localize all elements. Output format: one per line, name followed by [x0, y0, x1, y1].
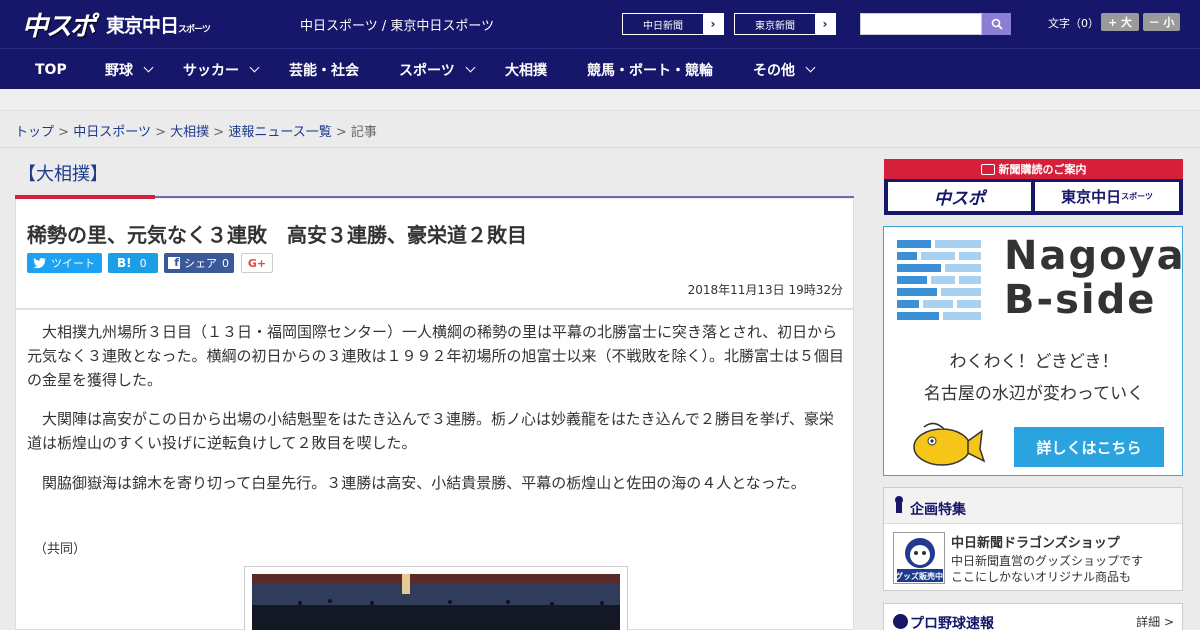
tokyo-shimbun-link[interactable]: 東京新聞 ›: [734, 13, 836, 35]
baseball-icon: [893, 614, 908, 629]
ad-title-bside: B-side: [1004, 277, 1157, 323]
main-nav: TOP 野球 サッカー 芸能・社会 スポーツ 大相撲 競馬・ボート・競輪 その他: [0, 48, 1200, 89]
baseball-score-title: プロ野球速報: [910, 616, 994, 630]
nav-item-baseball[interactable]: 野球: [105, 49, 154, 90]
subscribe-tokyo-chunichi-button[interactable]: 東京中日 スポーツ: [1035, 182, 1179, 211]
category-title: 【大相撲】: [18, 164, 108, 185]
baseball-score-details-link[interactable]: 詳細 >: [1136, 613, 1174, 630]
nav-item-top[interactable]: TOP: [35, 49, 67, 90]
font-size-label: 文字（0）: [1048, 17, 1099, 30]
google-plus-button[interactable]: G+: [241, 253, 273, 273]
hatena-icon: B!: [117, 256, 132, 270]
tweet-button[interactable]: ツイート: [27, 253, 102, 273]
breadcrumb-news-list[interactable]: 速報ニュース一覧: [228, 125, 331, 140]
facebook-icon: f: [168, 256, 180, 269]
category-rule: [155, 196, 854, 198]
feature-section-header: 企画特集: [884, 488, 1182, 524]
subscription-banner-title: 新聞購読のご案内: [884, 159, 1183, 179]
hatena-count: 0: [139, 256, 147, 270]
medal-icon: [894, 496, 904, 514]
article-date: 2018年11月13日 19時32分: [687, 283, 843, 297]
feature-section-title: 企画特集: [910, 502, 966, 518]
ad-details-button[interactable]: 詳しくはこちら: [1014, 427, 1164, 467]
font-bigger-button[interactable]: + 大: [1101, 13, 1139, 31]
article-header: 稀勢の里、元気なく３連敗 高安３連勝、豪栄道２敗目 ツイート B! 0 f シェ…: [15, 199, 854, 309]
search-icon: [991, 18, 1003, 30]
breadcrumb: トップ > 中日スポーツ > 大相撲 > 速報ニュース一覧 > 記事: [15, 125, 377, 140]
fried-shrimp-mascot-icon: [913, 422, 986, 466]
baseball-score-section: プロ野球速報 詳細 >: [883, 603, 1183, 630]
site-names: 中日スポーツ / 東京中日スポーツ: [300, 19, 495, 34]
site-logo[interactable]: 中スポ 東京中日スポーツ: [22, 9, 211, 42]
sumo-photo-image: [252, 574, 620, 630]
article-paragraph: 大相撲九州場所３日目（１３日・福岡国際センター）一人横綱の稀勢の里は平幕の北勝富…: [27, 323, 845, 389]
breadcrumb-chunichi-sports[interactable]: 中日スポーツ: [73, 125, 151, 140]
nav-item-entertainment[interactable]: 芸能・社会: [289, 49, 359, 90]
chevron-right-icon: ›: [703, 14, 723, 34]
nav-item-soccer[interactable]: サッカー: [183, 49, 260, 90]
nagoya-bside-ad[interactable]: Nagoya B-side わくわく！どきどき！ 名古屋の水辺が変わっていく 詳…: [883, 226, 1186, 476]
chevron-down-icon: [805, 62, 816, 73]
breadcrumb-sumo[interactable]: 大相撲: [170, 125, 209, 140]
breadcrumb-current: 記事: [350, 125, 377, 140]
ad-strip: [0, 89, 1200, 111]
subscribe-chuspo-button[interactable]: 中スポ: [888, 182, 1031, 211]
chevron-right-icon: ›: [815, 14, 835, 34]
nav-item-other[interactable]: その他: [753, 49, 816, 90]
header-bar: 中スポ 東京中日スポーツ 中日スポーツ / 東京中日スポーツ 中日新聞 › 東京…: [0, 0, 1200, 48]
ad-tagline: わくわく！どきどき！: [949, 352, 1119, 372]
logo-tokyo-chunichi: 東京中日スポーツ: [106, 14, 211, 37]
breadcrumb-top[interactable]: トップ: [15, 125, 54, 140]
facebook-share-button[interactable]: f シェア 0: [164, 253, 234, 273]
search-input[interactable]: [860, 13, 982, 35]
subscription-banner: 新聞購読のご案内 中スポ 東京中日 スポーツ: [884, 159, 1183, 215]
nav-item-racing[interactable]: 競馬・ボート・競輪: [587, 49, 713, 90]
article-headline: 稀勢の里、元気なく３連敗 高安３連勝、豪栄道２敗目: [27, 223, 527, 247]
goods-sale-label: グッズ販売中: [895, 572, 943, 581]
article-photo-frame: [244, 566, 628, 630]
feature-item-title[interactable]: 中日新聞ドラゴンズショップ: [951, 532, 1120, 551]
chunichi-shimbun-link[interactable]: 中日新聞 ›: [622, 13, 724, 35]
newspaper-icon: [980, 163, 995, 175]
article-body: 大相撲九州場所３日目（１３日・福岡国際センター）一人横綱の稀勢の里は平幕の北勝富…: [15, 309, 854, 630]
search-button[interactable]: [982, 13, 1011, 35]
logo-chuspo: 中スポ: [22, 11, 96, 42]
article-paragraph: 関脇御嶽海は錦木を寄り切って白星先行。３連勝は高安、小結貴景勝、平幕の栃煌山と佐…: [42, 474, 806, 492]
feature-section: 企画特集 グッズ販売中 中日新聞ドラゴンズショップ 中日新聞直営のグッズショップ…: [883, 487, 1183, 591]
article-credit: （共同）: [34, 542, 87, 557]
article-paragraph: 大関陣は高安がこの日から出場の小結魁聖をはたき込んで３連勝。栃ノ心は妙義龍をはた…: [27, 410, 834, 452]
font-smaller-button[interactable]: － 小: [1143, 13, 1180, 31]
hatena-bookmark-button[interactable]: B! 0: [108, 253, 158, 273]
dragons-shop-thumbnail[interactable]: グッズ販売中: [893, 532, 945, 584]
nav-item-sports[interactable]: スポーツ: [399, 49, 476, 90]
chevron-down-icon: [249, 62, 260, 73]
breadcrumb-bar: トップ > 中日スポーツ > 大相撲 > 速報ニュース一覧 > 記事: [0, 111, 1200, 148]
ad-title-nagoya: Nagoya: [1004, 233, 1186, 279]
chevron-down-icon: [465, 62, 476, 73]
brick-wall-icon: [897, 240, 981, 320]
facebook-share-count: 0: [222, 256, 229, 270]
chevron-down-icon: [143, 62, 154, 73]
ad-subtitle: 名古屋の水辺が変わっていく: [923, 384, 1145, 404]
twitter-bird-icon: [33, 257, 46, 269]
feature-item-desc: ここにしかないオリジナル商品も: [951, 570, 1132, 584]
article-photo[interactable]: [252, 574, 620, 630]
nav-item-sumo[interactable]: 大相撲: [505, 49, 547, 90]
feature-item-desc: 中日新聞直営のグッズショップです: [951, 554, 1144, 568]
